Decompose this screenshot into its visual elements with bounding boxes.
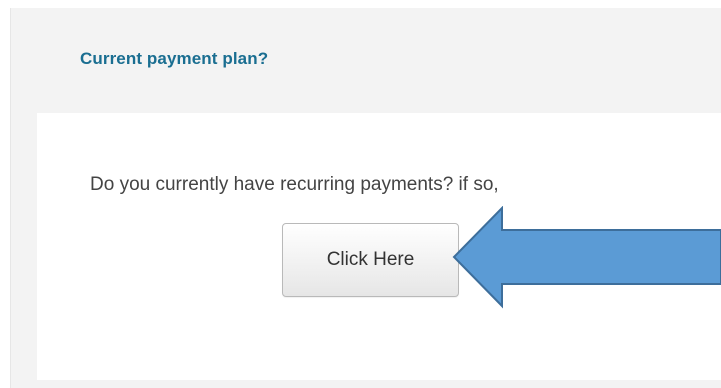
arrow-shape bbox=[452, 206, 721, 309]
recurring-payments-question: Do you currently have recurring payments… bbox=[90, 174, 499, 195]
panel-heading: Current payment plan? bbox=[80, 49, 269, 68]
screenshot-page: Current payment plan? Do you currently h… bbox=[0, 0, 721, 388]
arrow-left-icon bbox=[452, 206, 721, 309]
click-here-button[interactable]: Click Here bbox=[282, 223, 459, 297]
